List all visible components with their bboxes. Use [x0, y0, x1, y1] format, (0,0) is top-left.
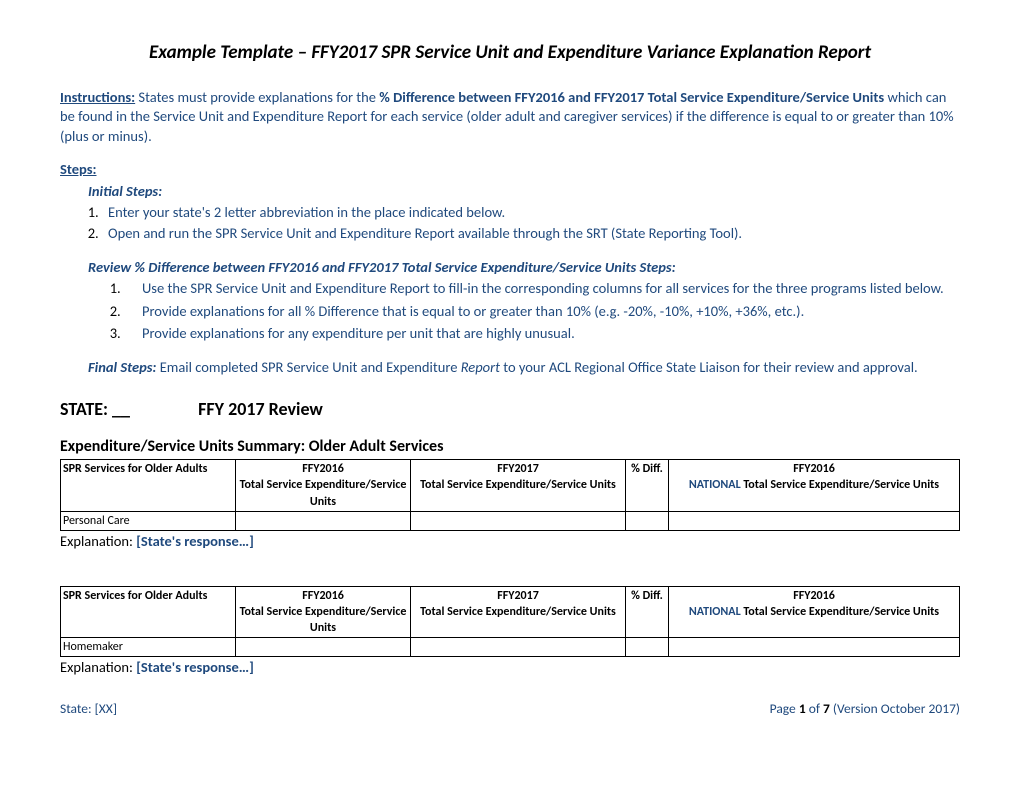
th-ffy2017: FFY2017 Total Service Expenditure/Servic… [411, 586, 626, 638]
instructions-label: Instructions: [60, 88, 135, 106]
data-cell [669, 511, 960, 530]
th-diff: % Diff. [626, 586, 669, 638]
instructions-text-1: States must provide explanations for the [135, 88, 379, 106]
review-steps-list: Use the SPR Service Unit and Expenditure… [124, 279, 960, 344]
list-item: Use the SPR Service Unit and Expenditure… [124, 279, 960, 299]
data-cell [669, 638, 960, 657]
explanation-response: [State's response…] [136, 532, 254, 550]
final-steps-paragraph: Final Steps: Email completed SPR Service… [88, 358, 960, 378]
data-cell [626, 511, 669, 530]
initial-steps-heading: Initial Steps: [88, 182, 960, 202]
final-steps-text-1: Email completed SPR Service Unit and Exp… [156, 358, 460, 376]
data-cell [626, 638, 669, 657]
list-item: Enter your state's 2 letter abbreviation… [102, 203, 960, 223]
th-ffy2016: FFY2016 Total Service Expenditure/Servic… [236, 586, 411, 638]
summary-heading: Expenditure/Service Units Summary: Older… [60, 436, 960, 458]
list-item: Provide explanations for all % Differenc… [124, 302, 960, 322]
th-diff: % Diff. [626, 460, 669, 512]
th-ffy2017: FFY2017 Total Service Expenditure/Servic… [411, 460, 626, 512]
instructions-paragraph: Instructions: States must provide explan… [60, 88, 960, 147]
state-label: STATE: __ [60, 398, 130, 420]
service-cell: Homemaker [61, 638, 236, 657]
th-ffy2016: FFY2016 Total Service Expenditure/Servic… [236, 460, 411, 512]
document-title: Example Template – FFY2017 SPR Service U… [60, 40, 960, 66]
th-services: SPR Services for Older Adults [61, 460, 236, 512]
explanation-response: [State's response…] [136, 658, 254, 676]
steps-label: Steps: [60, 160, 960, 180]
state-review-line: STATE: __ FFY 2017 Review [60, 397, 960, 421]
footer-page-info: Page 1 of 7 (Version October 2017) [770, 700, 960, 718]
page-footer: State: [XX] Page 1 of 7 (Version October… [60, 700, 960, 718]
explanation-line: Explanation: [State's response…] [60, 658, 960, 678]
service-cell: Personal Care [61, 511, 236, 530]
initial-steps-list: Enter your state's 2 letter abbreviation… [102, 203, 960, 243]
table-row: Personal Care [61, 511, 960, 530]
final-steps-text-2: to your ACL Regional Office State Liaiso… [500, 358, 918, 376]
data-cell [236, 638, 411, 657]
th-national: FFY2016 NATIONAL Total Service Expenditu… [669, 460, 960, 512]
service-table-1: SPR Services for Older Adults FFY2016 To… [60, 459, 960, 531]
review-label: FFY 2017 Review [198, 398, 323, 420]
service-table-2: SPR Services for Older Adults FFY2016 To… [60, 586, 960, 658]
explanation-line: Explanation: [State's response…] [60, 532, 960, 552]
data-cell [411, 511, 626, 530]
table-row: Homemaker [61, 638, 960, 657]
list-item: Open and run the SPR Service Unit and Ex… [102, 224, 960, 244]
instructions-bold: % Difference between FFY2016 and FFY2017… [379, 88, 884, 106]
th-national: FFY2016 NATIONAL Total Service Expenditu… [669, 586, 960, 638]
data-cell [236, 511, 411, 530]
list-item: Provide explanations for any expenditure… [124, 324, 960, 344]
explanation-label: Explanation: [60, 532, 136, 550]
th-services: SPR Services for Older Adults [61, 586, 236, 638]
final-steps-italic: Report [461, 358, 500, 376]
final-steps-label: Final Steps: [88, 358, 156, 376]
table-header-row: SPR Services for Older Adults FFY2016 To… [61, 460, 960, 512]
footer-state: State: [XX] [60, 700, 117, 718]
review-steps-heading: Review % Difference between FFY2016 and … [88, 258, 960, 278]
table-header-row: SPR Services for Older Adults FFY2016 To… [61, 586, 960, 638]
data-cell [411, 638, 626, 657]
explanation-label: Explanation: [60, 658, 136, 676]
